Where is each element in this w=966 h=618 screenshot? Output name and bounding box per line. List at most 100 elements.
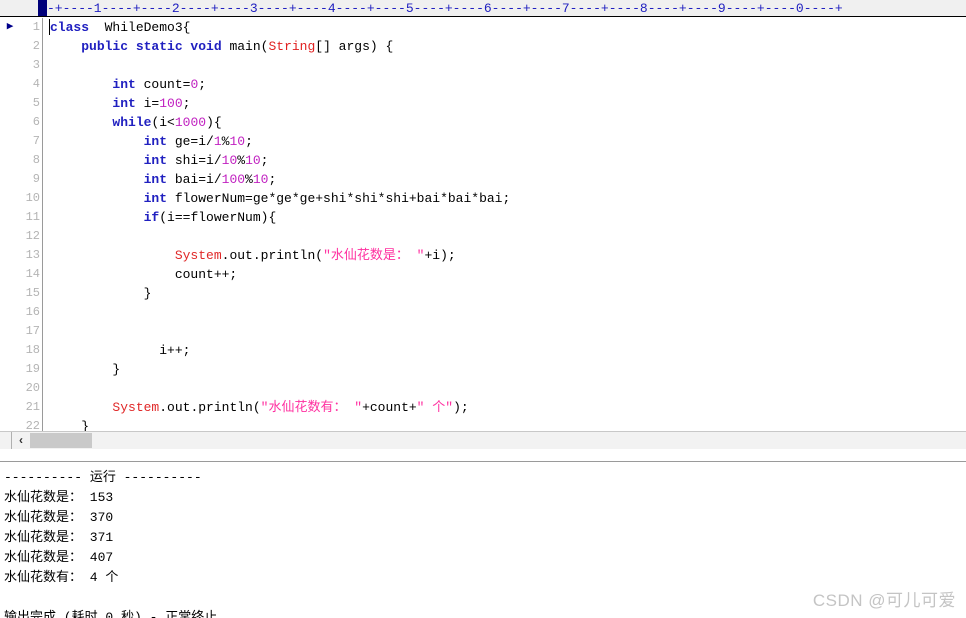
code-token-kw: if — [143, 210, 160, 225]
gutter-divider — [42, 189, 50, 208]
marker-gutter-cell — [0, 189, 20, 208]
gutter-divider — [42, 398, 50, 417]
code-token-plain: ; — [245, 134, 253, 149]
code-line-text[interactable]: int i=100; — [50, 94, 966, 113]
code-line[interactable]: 20 — [0, 379, 966, 398]
code-line[interactable]: 15 } — [0, 284, 966, 303]
code-token-plain: +i); — [424, 248, 456, 263]
code-token-plain: ; — [198, 77, 207, 92]
code-line-text[interactable]: } — [50, 284, 966, 303]
code-line-text[interactable] — [50, 227, 966, 246]
code-token-kw: int — [143, 153, 168, 168]
code-line[interactable]: 11 if(i==flowerNum){ — [0, 208, 966, 227]
code-line[interactable]: 4 int count=0; — [0, 75, 966, 94]
code-token-num: 10 — [221, 153, 238, 168]
code-line[interactable]: 13 System.out.println("水仙花数是： "+i); — [0, 246, 966, 265]
code-line-text[interactable]: int flowerNum=ge*ge*ge+shi*shi*shi+bai*b… — [50, 189, 966, 208]
gutter-divider — [42, 246, 50, 265]
code-line[interactable]: 9 int bai=i/100%10; — [0, 170, 966, 189]
csdn-watermark: CSDN @可儿可爱 — [812, 591, 956, 610]
line-number: 22 — [25, 419, 40, 431]
console-output-line: 水仙花数有： 4 个 — [4, 570, 119, 585]
line-number: 16 — [25, 305, 40, 319]
gutter-divider — [42, 341, 50, 360]
code-token-str: "水仙花数是： " — [323, 248, 425, 263]
marker-gutter-cell — [0, 37, 20, 56]
code-line[interactable]: 19 } — [0, 360, 966, 379]
code-token-plain: WhileDemo3{ — [89, 20, 191, 35]
code-line-text[interactable]: System.out.println("水仙花数有： "+count+" 个")… — [50, 398, 966, 417]
code-line[interactable]: 3 — [0, 56, 966, 75]
line-number: 7 — [32, 134, 40, 148]
code-line-text[interactable] — [50, 379, 966, 398]
code-line[interactable]: 12 — [0, 227, 966, 246]
code-line[interactable]: 18 i++; — [0, 341, 966, 360]
scrollbar-track[interactable] — [92, 432, 966, 449]
code-line[interactable]: 21 System.out.println("水仙花数有： "+count+" … — [0, 398, 966, 417]
marker-gutter-cell — [0, 398, 20, 417]
code-line-text[interactable]: int shi=i/10%10; — [50, 151, 966, 170]
code-line-text[interactable]: System.out.println("水仙花数是： "+i); — [50, 246, 966, 265]
code-line-text[interactable]: while(i<1000){ — [50, 113, 966, 132]
code-line-text[interactable] — [50, 56, 966, 75]
code-lines-container[interactable]: ▶ 1 class WhileDemo3{2 public static void … — [0, 18, 966, 431]
code-token-plain: shi=i/ — [167, 153, 222, 168]
code-line-text[interactable]: public static void main(String[] args) { — [50, 37, 966, 56]
gutter-divider — [42, 132, 50, 151]
code-token-plain: % — [245, 172, 253, 187]
gutter-divider — [42, 113, 50, 132]
ide-window: -+----1----+----2----+----3----+----4---… — [0, 0, 966, 618]
line-number: 5 — [32, 96, 40, 110]
code-line-text[interactable]: } — [50, 417, 966, 431]
code-line-text[interactable]: class WhileDemo3{ — [49, 18, 966, 37]
code-line-text[interactable]: int count=0; — [50, 75, 966, 94]
marker-gutter-cell — [0, 246, 20, 265]
editor-horizontal-scrollbar[interactable]: ‹ — [0, 431, 966, 449]
code-token-plain: % — [237, 153, 246, 168]
marker-gutter-cell — [0, 132, 20, 151]
line-number: 2 — [32, 39, 40, 53]
code-token-kw: int — [112, 77, 136, 92]
code-line-text[interactable]: count++; — [50, 265, 966, 284]
line-number: 3 — [32, 58, 40, 72]
code-line[interactable]: ▶ 1 class WhileDemo3{ — [0, 18, 966, 37]
scrollbar-thumb[interactable] — [30, 433, 92, 448]
code-editor[interactable]: ▶ 1 class WhileDemo3{2 public static void … — [0, 18, 966, 431]
marker-gutter-cell — [0, 113, 20, 132]
code-line[interactable]: 2 public static void main(String[] args)… — [0, 37, 966, 56]
line-number: 17 — [25, 324, 40, 338]
code-token-num: 100 — [159, 96, 183, 111]
line-number: 13 — [25, 248, 40, 262]
gutter-divider — [42, 227, 50, 246]
gutter-divider — [42, 208, 50, 227]
marker-gutter-cell — [0, 303, 20, 322]
marker-gutter-cell — [0, 341, 20, 360]
code-line-text[interactable] — [50, 322, 966, 341]
code-line[interactable]: 17 — [0, 322, 966, 341]
code-line[interactable]: 10 int flowerNum=ge*ge*ge+shi*shi*shi+ba… — [0, 189, 966, 208]
line-number: 14 — [25, 267, 40, 281]
code-line[interactable]: 5 int i=100; — [0, 94, 966, 113]
gutter-divider — [42, 265, 50, 284]
code-line-text[interactable]: i++; — [50, 341, 966, 360]
console-output-line: 水仙花数是： 371 — [4, 530, 114, 545]
code-line-text[interactable]: } — [50, 360, 966, 379]
line-number: 10 — [25, 191, 40, 205]
code-line[interactable]: 16 — [0, 303, 966, 322]
code-line-text[interactable]: int bai=i/100%10; — [50, 170, 966, 189]
console-run-header: ---------- 运行 ---------- — [4, 470, 202, 485]
code-line-text[interactable]: if(i==flowerNum){ — [50, 208, 966, 227]
scroll-left-arrow-icon[interactable]: ‹ — [12, 432, 30, 449]
code-line[interactable]: 14 count++; — [0, 265, 966, 284]
code-line[interactable]: 8 int shi=i/10%10; — [0, 151, 966, 170]
code-line[interactable]: 6 while(i<1000){ — [0, 113, 966, 132]
code-token-num: 100 — [221, 172, 246, 187]
code-line-text[interactable]: int ge=i/1%10; — [50, 132, 966, 151]
code-line-text[interactable] — [50, 303, 966, 322]
marker-gutter-cell — [0, 94, 20, 113]
code-line[interactable]: 7 int ge=i/1%10; — [0, 132, 966, 151]
code-token-plain: [] args) { — [315, 39, 394, 54]
code-line[interactable]: 22 } — [0, 417, 966, 431]
marker-gutter-cell — [0, 322, 20, 341]
code-token-kw: while — [112, 115, 152, 130]
